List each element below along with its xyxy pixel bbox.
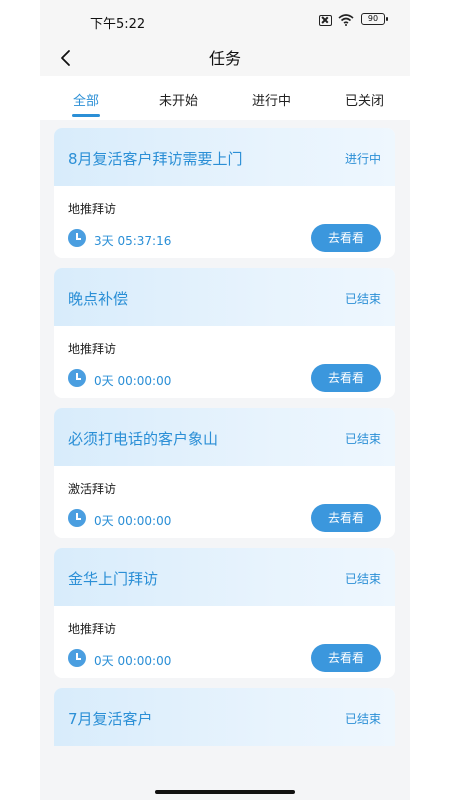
task-card-header: 必须打电话的客户象山 已结束 [54,408,395,466]
status-bar: 下午5:22 90 [40,0,410,40]
view-task-button[interactable]: 去看看 [311,504,381,532]
task-status: 已结束 [344,572,381,586]
sim-off-icon [319,14,332,26]
status-icons [319,14,354,26]
battery-icon: 90 [361,13,388,25]
task-card-header: 8月复活客户拜访需要上门 进行中 [54,128,395,186]
task-status: 进行中 [344,152,381,166]
task-card-header: 金华上门拜访 已结束 [54,548,395,606]
clock-icon [68,509,86,527]
clock-icon [68,369,86,387]
nav-bar: 任务 [40,40,410,76]
task-card-header: 晚点补偿 已结束 [54,268,395,326]
clock-icon [68,229,86,247]
task-countdown: 0天 00:00:00 [94,654,172,668]
tab-not-started[interactable]: 未开始 [159,90,198,109]
phone-screen: 下午5:22 90 任务 全部 未开始 进行中 已关闭 8月复活客户拜访需要上门… [40,0,410,800]
tab-bar: 全部 未开始 进行中 已关闭 [40,76,410,120]
tab-closed[interactable]: 已关闭 [345,90,384,109]
task-countdown: 3天 05:37:16 [94,234,172,248]
task-card[interactable]: 金华上门拜访 已结束 地推拜访 0天 00:00:00 去看看 [54,548,395,678]
clock-icon [68,649,86,667]
task-countdown: 0天 00:00:00 [94,374,172,388]
task-card[interactable]: 晚点补偿 已结束 地推拜访 0天 00:00:00 去看看 [54,268,395,398]
task-title: 必须打电话的客户象山 [68,430,219,448]
tab-all[interactable]: 全部 [73,90,99,109]
task-card[interactable]: 8月复活客户拜访需要上门 进行中 地推拜访 3天 05:37:16 去看看 [54,128,395,258]
task-type: 地推拜访 [68,342,117,356]
status-time: 下午5:22 [90,17,146,32]
wifi-icon [338,14,354,26]
task-type: 激活拜访 [68,482,117,496]
tab-in-progress[interactable]: 进行中 [252,90,291,109]
task-card-header: 7月复活客户 已结束 [54,688,395,746]
task-title: 晚点补偿 [68,290,129,308]
view-task-button[interactable]: 去看看 [311,224,381,252]
view-task-button[interactable]: 去看看 [311,644,381,672]
view-task-button[interactable]: 去看看 [311,364,381,392]
task-type: 地推拜访 [68,622,117,636]
task-card[interactable]: 必须打电话的客户象山 已结束 激活拜访 0天 00:00:00 去看看 [54,408,395,538]
task-countdown: 0天 00:00:00 [94,514,172,528]
active-tab-indicator [72,114,100,117]
task-card[interactable]: 7月复活客户 已结束 [54,688,395,746]
task-title: 7月复活客户 [68,710,153,728]
task-title: 8月复活客户拜访需要上门 [68,150,243,168]
home-indicator [155,790,295,794]
task-title: 金华上门拜访 [68,570,159,588]
task-status: 已结束 [344,432,381,446]
task-status: 已结束 [344,712,381,726]
task-status: 已结束 [344,292,381,306]
task-type: 地推拜访 [68,202,117,216]
page-title: 任务 [208,49,241,68]
